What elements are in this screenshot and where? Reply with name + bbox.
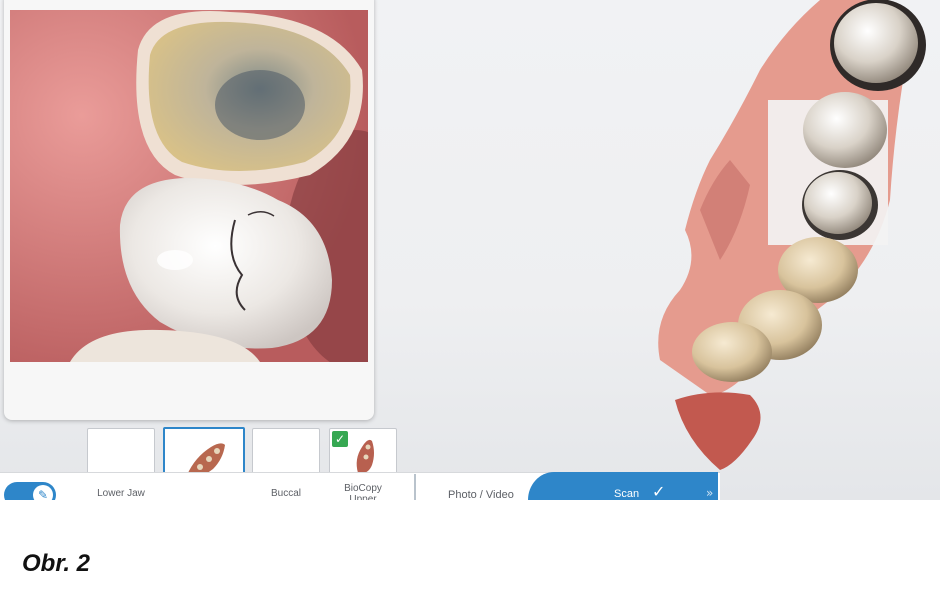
scan-3d-model[interactable] [640, 0, 940, 475]
tab-scan[interactable]: Scan ✓ » [528, 472, 718, 500]
tool-toggle[interactable]: ✎ [4, 482, 56, 500]
thumbnail-biocopy-upper[interactable]: ✓ [329, 428, 397, 478]
intraoral-photo [10, 10, 368, 362]
figure-caption: Obr. 2 [22, 550, 91, 577]
thumbnail-label-lower-jaw: Lower Jaw [97, 488, 145, 499]
tab-photo-video-label: Photo / Video [448, 489, 514, 500]
thumbnail-buccal[interactable] [252, 428, 320, 478]
photo-panel [4, 0, 374, 420]
scan-check-icon: ✓ [652, 482, 666, 500]
pen-icon: ✎ [37, 488, 49, 500]
chevron-right-icon: » [706, 486, 714, 500]
thumbnail-label-biocopy-upper: BioCopy Upper [344, 483, 382, 500]
thumbnail-label-buccal: Buccal [270, 488, 301, 499]
scanner-screen: ✓ ✎ Lower Jaw Buccal BioCopy Upper Photo… [0, 0, 940, 500]
tab-scan-label: Scan [614, 488, 640, 500]
thumbnail-lower-jaw[interactable] [87, 428, 155, 478]
